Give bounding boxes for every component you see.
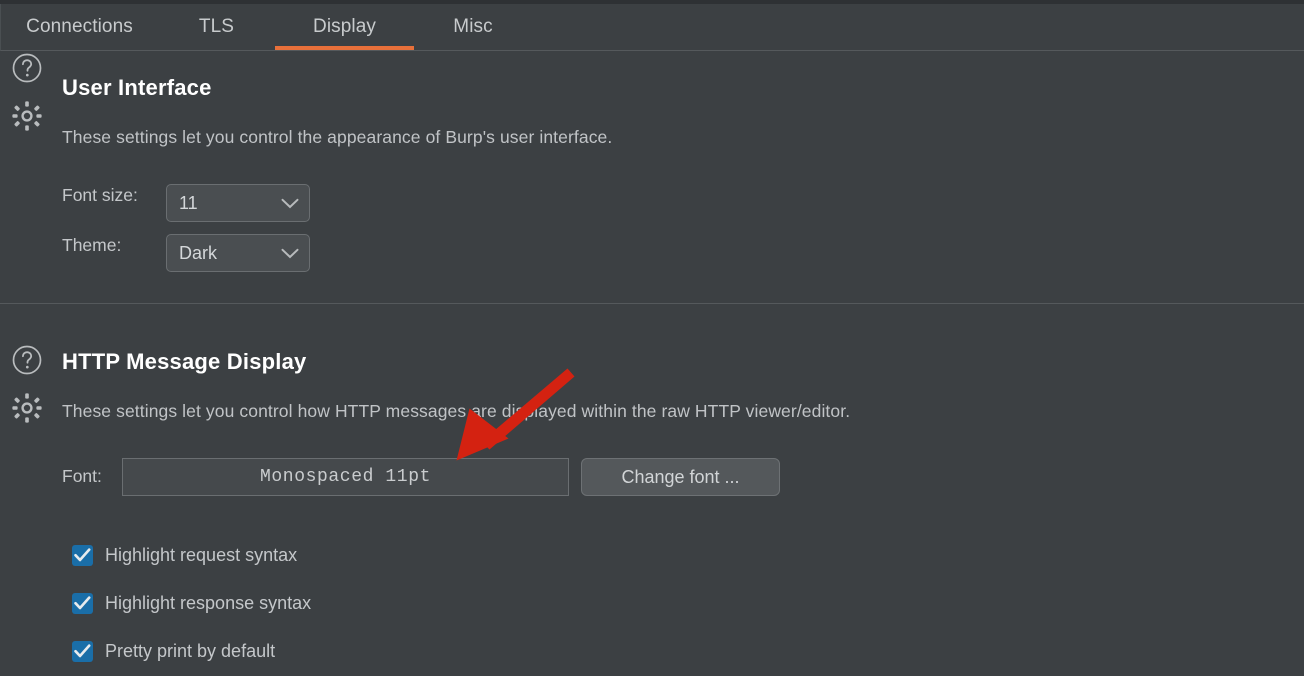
- chevron-down-icon: [281, 198, 299, 208]
- checkmark-icon: [74, 596, 91, 610]
- tab-tls-label: TLS: [198, 16, 235, 37]
- checkbox-label: Highlight request syntax: [105, 545, 298, 565]
- settings-content-panel: User Interface These settings let you co…: [0, 51, 1304, 676]
- settings-tab-bar: Connections TLS Display Misc: [0, 4, 1304, 51]
- checkbox-indicator: [72, 545, 93, 566]
- gear-icon[interactable]: [10, 391, 44, 430]
- question-circle-icon[interactable]: [10, 343, 44, 382]
- checkbox-label: Pretty print by default: [105, 641, 276, 661]
- font-value-text: Monospaced 11pt: [259, 467, 432, 487]
- checkbox-highlight-request-syntax[interactable]: Highlight request syntax: [72, 545, 297, 566]
- checkmark-icon: [74, 548, 91, 562]
- tab-display-active-underline: [275, 46, 414, 50]
- checkbox-highlight-response-syntax[interactable]: Highlight response syntax: [72, 593, 311, 614]
- checkmark-icon: [74, 644, 91, 658]
- section-user-interface-icon-column: [10, 51, 44, 138]
- question-circle-icon[interactable]: [10, 51, 44, 90]
- tab-misc-label: Misc: [453, 16, 493, 37]
- section-divider: [0, 303, 1304, 304]
- font-size-dropdown-value: 11: [179, 192, 198, 213]
- section-http-message-display-title: HTTP Message Display: [62, 349, 307, 374]
- chevron-down-icon: [281, 248, 299, 258]
- section-http-message-display-icon-column: [10, 343, 44, 430]
- gear-icon[interactable]: [10, 99, 44, 138]
- tab-misc[interactable]: Misc: [414, 4, 532, 50]
- change-font-button[interactable]: Change font ...: [581, 458, 780, 496]
- tab-tls[interactable]: TLS: [158, 4, 275, 50]
- checkbox-pretty-print-by-default[interactable]: Pretty print by default: [72, 641, 275, 662]
- tab-display-label: Display: [313, 16, 376, 37]
- section-http-message-display-description: These settings let you control how HTTP …: [62, 401, 851, 421]
- font-size-label: Font size:: [62, 185, 138, 205]
- section-user-interface-title: User Interface: [62, 75, 212, 100]
- section-user-interface-description: These settings let you control the appea…: [62, 127, 613, 147]
- theme-dropdown-value: Dark: [179, 242, 218, 263]
- theme-dropdown[interactable]: Dark: [166, 234, 310, 272]
- checkbox-indicator: [72, 641, 93, 662]
- change-font-button-label: Change font ...: [621, 466, 740, 487]
- checkbox-indicator: [72, 593, 93, 614]
- font-value-field[interactable]: Monospaced 11pt: [122, 458, 569, 496]
- font-label: Font:: [62, 466, 102, 486]
- theme-label: Theme:: [62, 235, 122, 255]
- tab-connections[interactable]: Connections: [1, 4, 158, 50]
- font-size-dropdown[interactable]: 11: [166, 184, 310, 222]
- tab-connections-label: Connections: [26, 16, 133, 37]
- tab-display[interactable]: Display: [275, 4, 414, 50]
- checkbox-label: Highlight response syntax: [105, 593, 312, 613]
